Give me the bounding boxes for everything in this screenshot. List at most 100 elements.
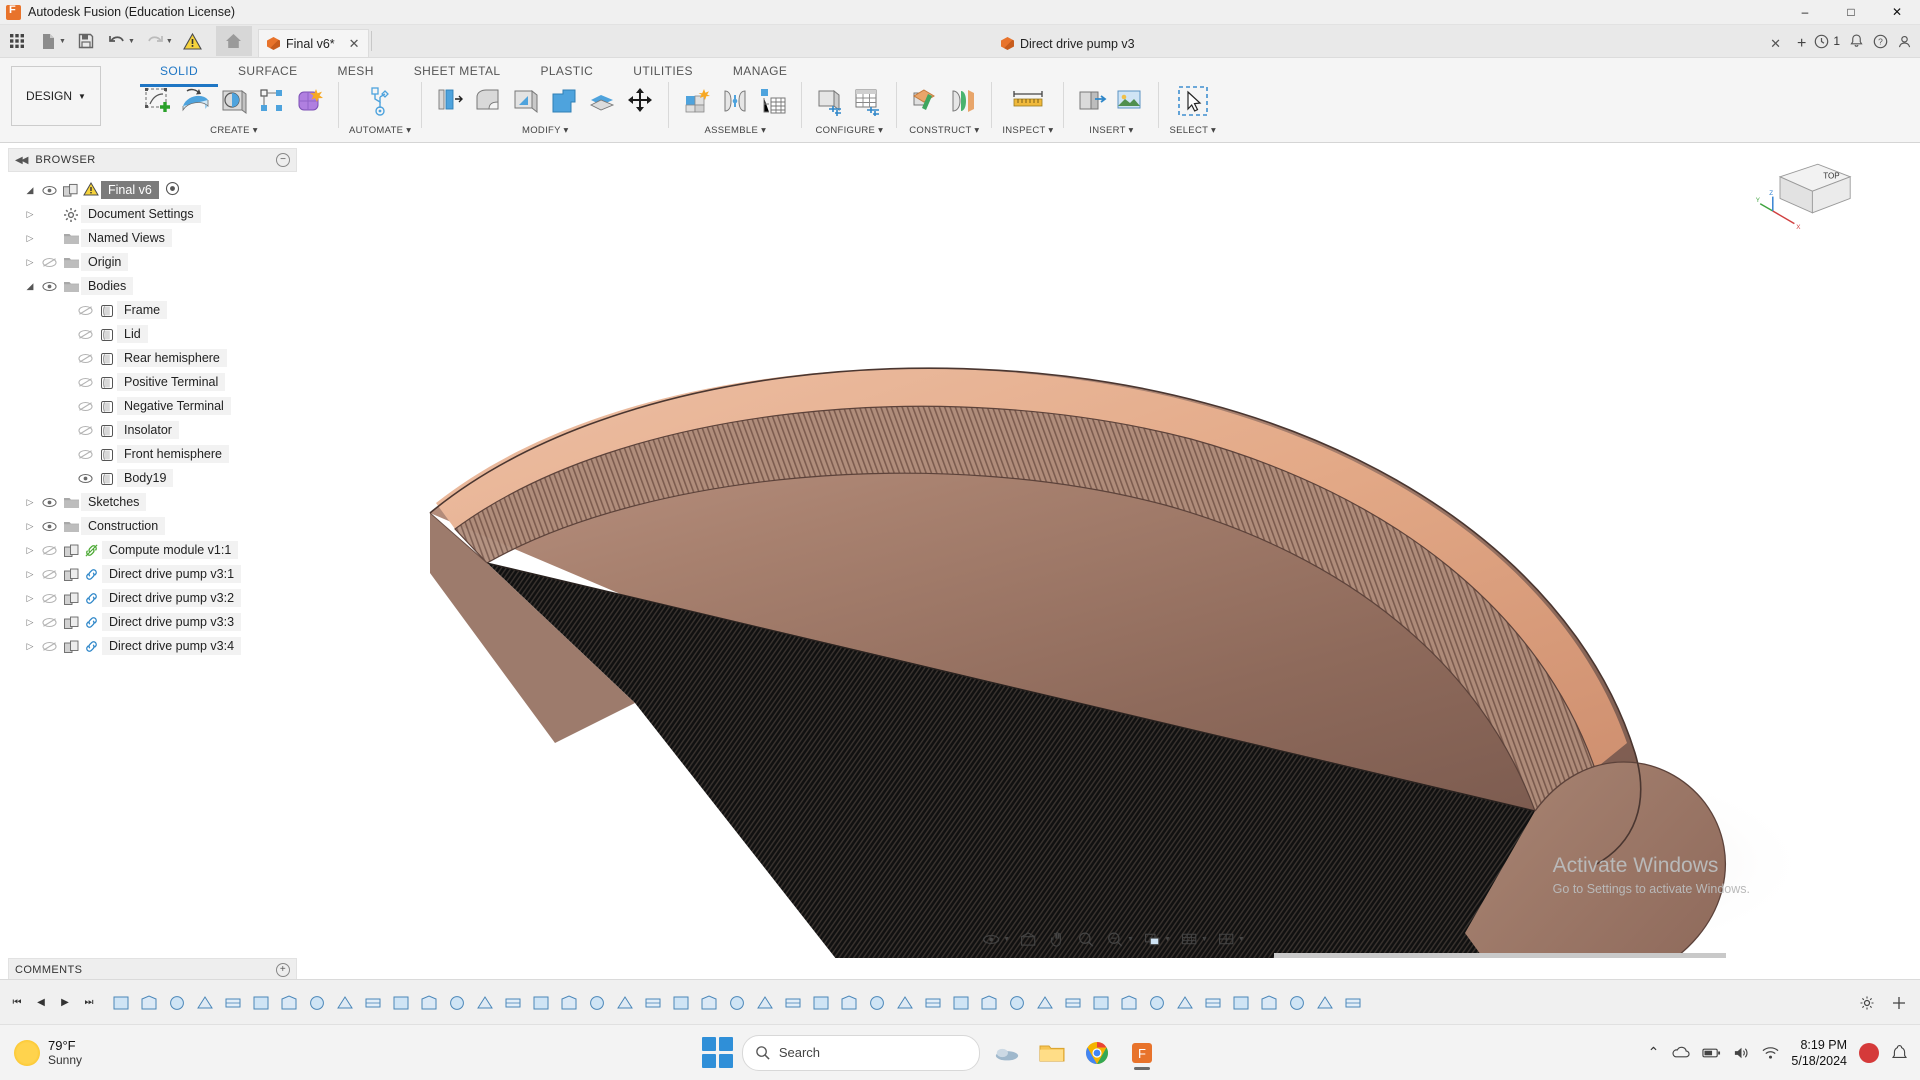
visibility-eye-icon[interactable]: [38, 521, 60, 532]
timeline-feature[interactable]: [698, 992, 720, 1014]
visibility-eye-icon[interactable]: [38, 641, 60, 652]
tree-label[interactable]: Construction: [81, 517, 166, 535]
timeline-feature[interactable]: [1062, 992, 1084, 1014]
panel-label-create[interactable]: CREATE ▾: [210, 125, 258, 136]
tree-label[interactable]: Lid: [117, 325, 148, 343]
timeline-feature[interactable]: [586, 992, 608, 1014]
visibility-eye-icon[interactable]: [38, 545, 60, 556]
zoom-caret[interactable]: ▼: [1127, 936, 1134, 943]
joint-icon[interactable]: [717, 82, 753, 120]
action-center-icon[interactable]: [1891, 1044, 1908, 1061]
tree-label[interactable]: Sketches: [81, 493, 147, 511]
tree-label[interactable]: Named Views: [81, 229, 172, 247]
tree-label-root[interactable]: Final v6: [101, 181, 159, 199]
revolve-icon[interactable]: [216, 82, 252, 120]
bom-icon[interactable]: [755, 82, 791, 120]
tree-label[interactable]: Direct drive pump v3:3: [102, 613, 242, 631]
tree-row[interactable]: ◢ Bodies: [0, 274, 305, 298]
select-icon[interactable]: [1175, 82, 1211, 120]
tray-chevron-icon[interactable]: ⌃: [1648, 1044, 1660, 1061]
timeline-feature[interactable]: [474, 992, 496, 1014]
timeline-feature[interactable]: [1314, 992, 1336, 1014]
timeline-features[interactable]: [106, 992, 1856, 1014]
play-button[interactable]: ▶: [54, 992, 76, 1014]
job-status-button[interactable]: 1: [1814, 34, 1840, 49]
jump-end-button[interactable]: ⏭: [78, 992, 100, 1014]
visibility-eye-icon[interactable]: [74, 353, 96, 364]
view-cube[interactable]: TOP Z Y X: [1752, 157, 1862, 247]
tree-row[interactable]: Frame: [0, 298, 305, 322]
plane-through-icon[interactable]: [945, 82, 981, 120]
timeline-feature[interactable]: [894, 992, 916, 1014]
close-button[interactable]: ✕: [1874, 0, 1920, 24]
close-icon[interactable]: ✕: [1770, 36, 1781, 52]
visibility-eye-icon[interactable]: [38, 593, 60, 604]
minimize-button[interactable]: –: [1782, 0, 1828, 24]
notifications-button[interactable]: [1849, 33, 1864, 49]
timeline-feature[interactable]: [810, 992, 832, 1014]
tree-row[interactable]: Insolator: [0, 418, 305, 442]
visibility-eye-icon[interactable]: [38, 497, 60, 508]
timeline-expand-icon[interactable]: [1888, 992, 1910, 1014]
timeline-feature[interactable]: [278, 992, 300, 1014]
maximize-button[interactable]: □: [1828, 0, 1874, 24]
close-icon[interactable]: ✕: [349, 36, 360, 52]
undo-icon[interactable]: [103, 27, 131, 55]
press-pull-icon[interactable]: [432, 82, 468, 120]
visibility-eye-icon[interactable]: [38, 257, 60, 268]
step-back-button[interactable]: ◀: [30, 992, 52, 1014]
timeline-feature[interactable]: [670, 992, 692, 1014]
timeline-feature[interactable]: [138, 992, 160, 1014]
tree-label[interactable]: Rear hemisphere: [117, 349, 227, 367]
move-copy-icon[interactable]: [622, 82, 658, 120]
tree-label[interactable]: Document Settings: [81, 205, 201, 223]
tree-row[interactable]: Lid: [0, 322, 305, 346]
panel-label-select[interactable]: SELECT ▾: [1169, 125, 1216, 136]
fillet-icon[interactable]: [470, 82, 506, 120]
notification-badge[interactable]: [1859, 1042, 1879, 1063]
tree-row[interactable]: ▷ Direct drive pump v3:1: [0, 562, 305, 586]
tree-row[interactable]: Negative Terminal: [0, 394, 305, 418]
expander-icon[interactable]: ◢: [22, 185, 38, 196]
onedrive-icon[interactable]: [1671, 1045, 1690, 1061]
timeline-feature[interactable]: [642, 992, 664, 1014]
timeline-feature[interactable]: [1118, 992, 1140, 1014]
expander-icon[interactable]: ▷: [22, 209, 38, 220]
timeline-feature[interactable]: [922, 992, 944, 1014]
tree-label[interactable]: Body19: [117, 469, 174, 487]
timeline-feature[interactable]: [782, 992, 804, 1014]
extrude-icon[interactable]: [178, 82, 214, 120]
pan-icon[interactable]: [1044, 928, 1070, 950]
tree-row[interactable]: ▷ Document Settings: [0, 202, 305, 226]
orbit-caret[interactable]: ▼: [1003, 936, 1010, 943]
search-input[interactable]: Search: [741, 1034, 980, 1071]
timeline-feature[interactable]: [362, 992, 384, 1014]
insert-mesh-icon[interactable]: [1112, 82, 1148, 120]
configure-model-icon[interactable]: [812, 82, 848, 120]
app-grid-icon[interactable]: [3, 27, 31, 55]
expander-icon[interactable]: ▷: [22, 233, 38, 244]
look-at-icon[interactable]: [1015, 928, 1041, 950]
expander-icon[interactable]: ▷: [22, 641, 38, 652]
visibility-eye-icon[interactable]: [74, 329, 96, 340]
timeline-feature[interactable]: [978, 992, 1000, 1014]
new-component-icon[interactable]: [679, 82, 715, 120]
pattern-icon[interactable]: [254, 82, 290, 120]
collapse-icon[interactable]: ◀◀: [15, 155, 28, 166]
insert-derive-icon[interactable]: [1074, 82, 1110, 120]
timeline-feature[interactable]: [110, 992, 132, 1014]
activate-component-icon[interactable]: [165, 181, 180, 199]
panel-options-icon[interactable]: −: [276, 153, 290, 167]
tree-row[interactable]: ▷ Direct drive pump v3:4: [0, 634, 305, 658]
visibility-eye-icon[interactable]: [74, 401, 96, 412]
configure-table-icon[interactable]: [850, 82, 886, 120]
document-tab-active[interactable]: Final v6* ✕: [258, 29, 369, 57]
display-settings-icon[interactable]: [1139, 928, 1165, 950]
panel-label-modify[interactable]: MODIFY ▾: [522, 125, 569, 136]
timeline-feature[interactable]: [334, 992, 356, 1014]
tree-row[interactable]: ▷ Origin: [0, 250, 305, 274]
panel-label-construct[interactable]: CONSTRUCT ▾: [909, 125, 979, 136]
timeline-feature[interactable]: [194, 992, 216, 1014]
viewports-caret[interactable]: ▼: [1238, 936, 1245, 943]
visibility-eye-icon[interactable]: [74, 377, 96, 388]
